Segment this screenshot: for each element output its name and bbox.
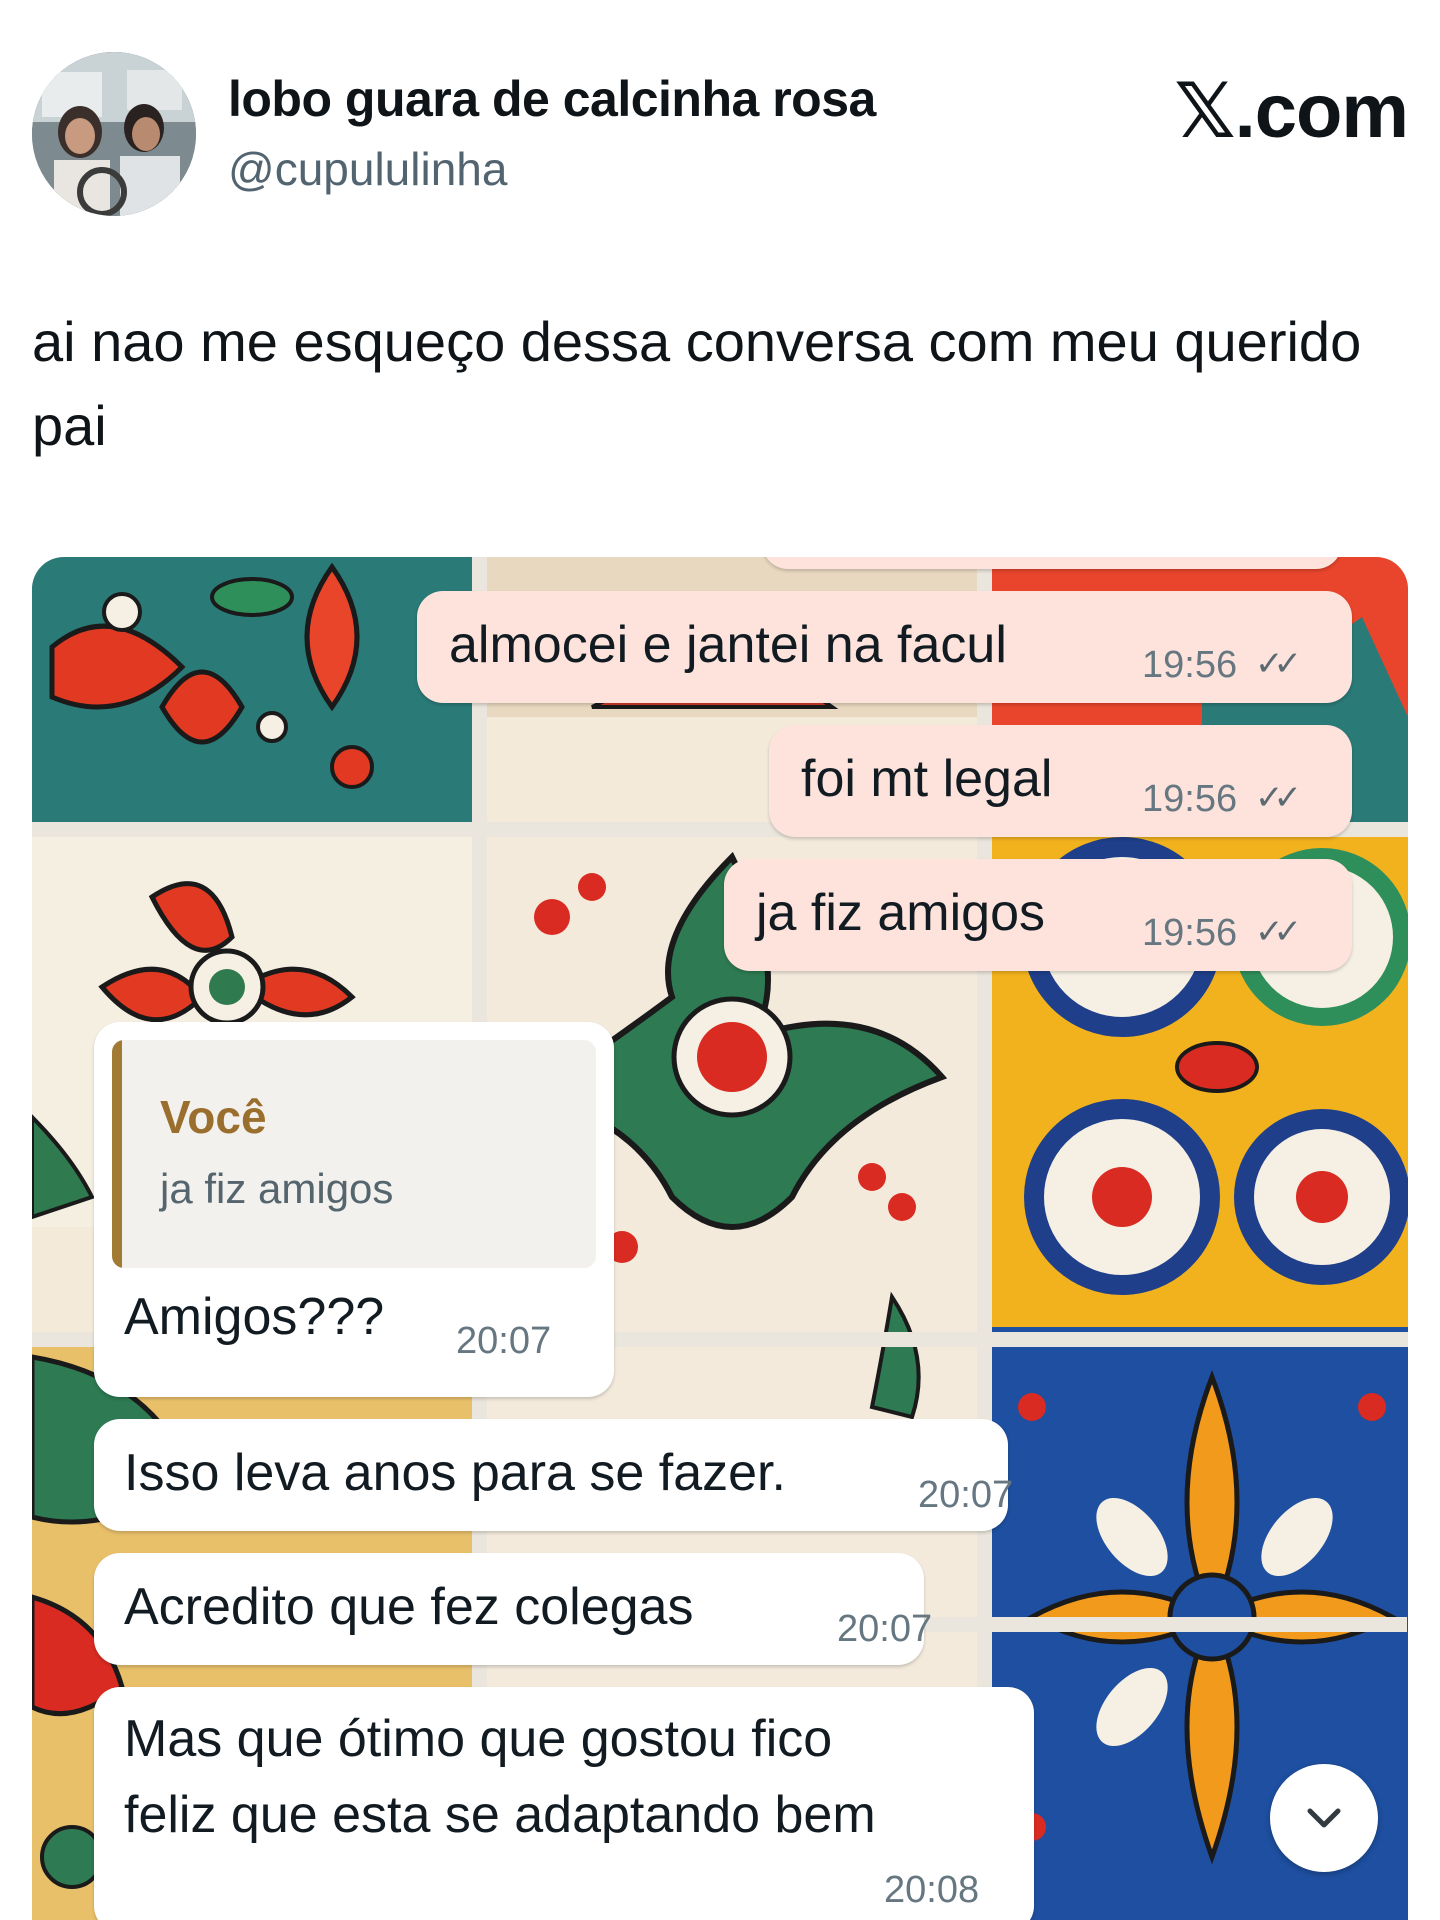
chat-bubble-outgoing[interactable]: almocei e jantei na facul 19:56 ✓✓ — [417, 591, 1352, 703]
tweet-media[interactable]: almocei e jantei na facul 19:56 ✓✓ foi m… — [32, 557, 1408, 1920]
x-logo: 𝕏.com — [1174, 69, 1409, 154]
chat-bubble-outgoing[interactable]: foi mt legal 19:56 ✓✓ — [769, 725, 1352, 837]
tweet-text: ai nao me esqueço dessa conversa com meu… — [32, 310, 1362, 457]
message-text: ja fiz amigos — [756, 884, 1045, 942]
message-text: Acredito que fez colegas — [124, 1578, 694, 1636]
avatar[interactable] — [32, 52, 196, 216]
read-ticks-icon: ✓✓ — [1255, 913, 1302, 951]
message-time: 20:07 — [456, 1320, 552, 1362]
message-time: 20:08 — [884, 1869, 980, 1911]
message-time: 19:56 — [1142, 644, 1238, 686]
chat-bubble-incoming[interactable]: Mas que ótimo que gostou fico feliz que … — [94, 1687, 1034, 1920]
message-line-2: feliz que esta se adaptando bem — [124, 1786, 876, 1844]
chat-bubble-incoming[interactable]: Isso leva anos para se fazer. 20:07 — [94, 1419, 1013, 1531]
read-ticks-icon: ✓✓ — [1255, 645, 1302, 683]
chat-bubble-outgoing[interactable]: ja fiz amigos 19:56 ✓✓ — [724, 859, 1352, 971]
chat-bubble-incoming[interactable]: Acredito que fez colegas 20:07 — [94, 1553, 932, 1665]
message-text: Isso leva anos para se fazer. — [124, 1444, 786, 1502]
message-text: almocei e jantei na facul — [449, 616, 1007, 674]
message-time: 20:07 — [837, 1608, 933, 1650]
author-handle[interactable]: @cupululinha — [228, 142, 507, 196]
message-text: Amigos??? — [124, 1288, 385, 1346]
chat-bubble-partial — [762, 557, 1342, 569]
avatar-photo-icon — [32, 52, 196, 216]
quote-accent-bar — [112, 1040, 122, 1268]
quote-text: ja fiz amigos — [160, 1165, 394, 1212]
author-name[interactable]: lobo guara de calcinha rosa — [228, 70, 876, 128]
quote-author: Você — [160, 1091, 267, 1143]
read-ticks-icon: ✓✓ — [1255, 779, 1302, 817]
message-time: 19:56 — [1142, 912, 1238, 954]
message-line-1: Mas que ótimo que gostou fico — [124, 1710, 833, 1768]
message-time: 19:56 — [1142, 778, 1238, 820]
scroll-to-bottom-button[interactable] — [1270, 1764, 1378, 1872]
message-text: foi mt legal — [801, 750, 1053, 808]
chat-bubble-incoming-reply[interactable]: Você ja fiz amigos Amigos??? 20:07 — [94, 1022, 614, 1397]
chevron-down-icon — [1307, 1808, 1341, 1828]
reply-quote[interactable]: Você ja fiz amigos — [112, 1040, 596, 1268]
tweet-header: lobo guara de calcinha rosa @cupululinha… — [32, 52, 1409, 222]
message-time: 20:07 — [918, 1474, 1014, 1516]
